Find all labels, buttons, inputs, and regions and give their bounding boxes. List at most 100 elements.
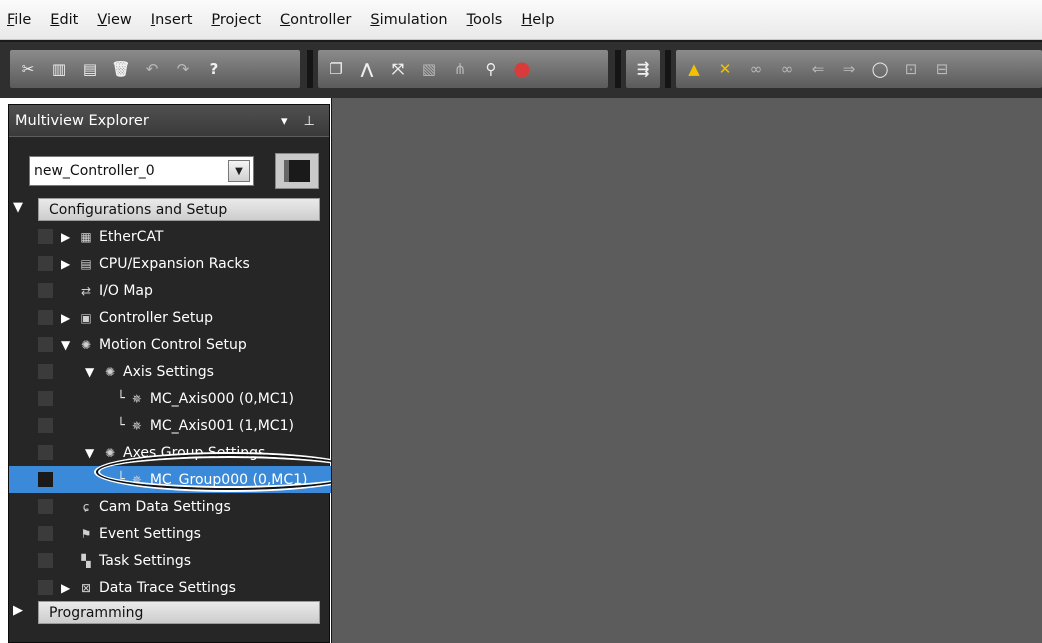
controller-setup-icon: ▣ [80,310,92,325]
tree-item-task-settings[interactable]: ▚ Task Settings [9,547,331,574]
tree-branch-line: └ [117,391,125,406]
status-square [38,391,53,406]
expand-arrow-icon[interactable]: ▶ [61,257,75,271]
help-icon[interactable]: ? [204,59,224,79]
section-programming[interactable]: ▶ Programming [9,599,331,625]
build-icon[interactable]: ⋀ [357,59,377,79]
flag-icon: ⚑ [80,526,92,541]
cross-reference-icon[interactable]: ⤧ [388,59,408,79]
menu-controller[interactable]: Controller [279,10,352,30]
collapse-arrow-icon[interactable]: ▼ [61,338,75,352]
compare-icon[interactable]: ▧ [419,59,439,79]
tree-item-io-map[interactable]: ⇄ I/O Map [9,277,331,304]
expand-arrow-icon[interactable]: ▶ [13,603,23,618]
control-toolbar-group: ▲ ✕ ∞ ∞ ⇐ ⇒ ◯ ⊡ ⊟ [676,50,1042,88]
axes-group-icon: ✺ [104,445,116,460]
undo-icon[interactable]: ↶ [142,59,162,79]
tree-branch-line: └ [117,418,125,433]
task-icon: ▚ [81,553,91,568]
tree-item-axis-settings[interactable]: ▼ ✺ Axis Settings [9,358,331,385]
chevron-down-icon[interactable]: ▼ [228,160,250,182]
tree-item-axis-0[interactable]: └ ✵ MC_Axis000 (0,MC1) [9,385,331,412]
collapse-arrow-icon[interactable]: ▼ [85,365,99,379]
tree-item-event-settings[interactable]: ⚑ Event Settings [9,520,331,547]
menu-edit[interactable]: Edit [49,10,79,30]
online-icon[interactable]: ⇶ [633,59,653,79]
status-square [38,472,53,487]
monitor-icon[interactable]: ∞ [746,59,766,79]
download-icon[interactable]: ⇒ [839,59,859,79]
status-square [38,283,53,298]
axis-icon: ✵ [131,418,142,433]
error-icon[interactable]: ⬤ [512,59,532,79]
cut-icon[interactable]: ✂ [18,59,38,79]
pin-icon[interactable]: ▾ ⊥ [281,114,321,129]
upload-icon[interactable]: ⇐ [808,59,828,79]
expand-arrow-icon[interactable]: ▶ [61,230,75,244]
menu-simulation[interactable]: Simulation [369,10,448,30]
simulate-stop-icon[interactable]: ⊟ [932,59,952,79]
expand-arrow-icon[interactable]: ▶ [61,311,75,325]
tree-label: CPU/Expansion Racks [99,255,250,272]
tree-item-cam-data-settings[interactable]: ɕ Cam Data Settings [9,493,331,520]
collapse-arrow-icon[interactable]: ▼ [13,200,23,215]
window-icon[interactable]: ❐ [326,59,346,79]
menu-insert[interactable]: Insert [150,10,194,30]
tree-label: Task Settings [99,552,192,569]
simulate-icon[interactable]: ⊡ [901,59,921,79]
stop-icon[interactable]: ✕ [715,59,735,79]
toolbar-separator [307,50,313,88]
status-square [38,337,53,352]
paste-icon[interactable]: ▤ [80,59,100,79]
online-toolbar-group: ⇶ [626,50,660,88]
section-configurations[interactable]: ▼ Configurations and Setup [9,196,331,222]
tree-branch-line: └ [117,472,125,487]
gear-icon: ✺ [80,337,92,352]
menu-tools[interactable]: Tools [466,10,504,30]
menu-help[interactable]: Help [520,10,555,30]
tree-label: Axis Settings [123,363,214,380]
tree-item-controller-setup[interactable]: ▶ ▣ Controller Setup [9,304,331,331]
tree-item-cpu-racks[interactable]: ▶ ▤ CPU/Expansion Racks [9,250,331,277]
expand-arrow-icon[interactable]: ▶ [61,581,75,595]
refresh-icon[interactable]: ◯ [870,59,890,79]
tree-item-axes-group-settings[interactable]: ▼ ✺ Axes Group Settings [9,439,331,466]
tree-item-ethercat[interactable]: ▶ ▦ EtherCAT [9,223,331,250]
monitor-off-icon[interactable]: ∞ [777,59,797,79]
build-toolbar-group: ❐ ⋀ ⤧ ▧ ⋔ ⚲ ⬤ [318,50,608,88]
tree-label: Controller Setup [99,309,214,326]
tree-label: MC_Axis001 (1,MC1) [149,417,294,434]
controller-selector-row: new_Controller_0 ▼ [9,151,331,191]
menu-view[interactable]: View [96,10,132,30]
section-label: Programming [38,601,320,624]
explorer-title-bar: Multiview Explorer ▾ ⊥ [9,105,329,137]
data-trace-icon: ⊠ [80,580,92,595]
tree-label: EtherCAT [99,228,164,245]
copy-icon[interactable]: ▥ [49,59,69,79]
tree-label: Cam Data Settings [99,498,231,515]
delete-icon[interactable]: 🗑 [111,59,131,79]
menu-project[interactable]: Project [210,10,262,30]
status-square [38,499,53,514]
tree-label: Motion Control Setup [99,336,247,353]
cam-icon: ɕ [82,499,90,514]
redo-icon[interactable]: ↷ [173,59,193,79]
controller-select[interactable]: new_Controller_0 ▼ [29,156,254,186]
tree-item-axis-1[interactable]: └ ✵ MC_Axis001 (1,MC1) [9,412,331,439]
warning-icon[interactable]: ▲ [684,59,704,79]
tree-item-group-0[interactable]: └ ✵ MC_Group000 (0,MC1) [9,466,331,493]
status-square [38,310,53,325]
search-icon[interactable]: ⚲ [481,59,501,79]
menu-bar: File Edit View Insert Project Controller… [0,0,1042,40]
controller-device-icon[interactable] [275,153,319,189]
status-square [38,229,53,244]
collapse-arrow-icon[interactable]: ▼ [85,446,99,460]
menu-file[interactable]: File [6,10,32,30]
tree-item-motion-control-setup[interactable]: ▼ ✺ Motion Control Setup [9,331,331,358]
axis-icon: ✵ [131,391,142,406]
rack-icon: ▤ [80,256,92,271]
tree-label: Axes Group Settings [123,444,266,461]
toolbar-separator [615,50,621,88]
register-icon[interactable]: ⋔ [450,59,470,79]
tree-item-data-trace-settings[interactable]: ▶ ⊠ Data Trace Settings [9,574,331,601]
